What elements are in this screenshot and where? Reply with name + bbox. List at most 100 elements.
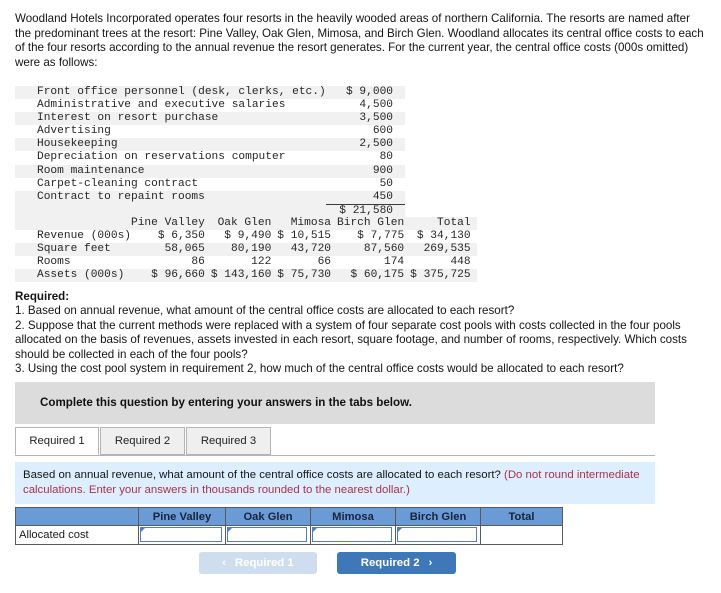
tab-required-2[interactable]: Required 2: [100, 427, 185, 455]
resort-column-header: Total: [410, 217, 477, 231]
tab-required-3[interactable]: Required 3: [186, 427, 271, 455]
resort-cell-value: 269,535: [423, 243, 471, 256]
resort-cell-value: $ 10,515: [277, 230, 332, 243]
answer-cell-wrapper: [139, 526, 225, 544]
resort-column-header: [15, 217, 131, 231]
chevron-left-icon: ‹: [222, 557, 226, 569]
cost-item-amount: 50: [379, 177, 393, 190]
tab-required-1[interactable]: Required 1: [15, 427, 99, 455]
allocated-cost-input-pine-valley[interactable]: [140, 527, 222, 542]
answer-cell-wrapper: [396, 526, 480, 544]
required-heading: Required:: [15, 290, 70, 303]
resort-column-header: Mimosa: [277, 217, 338, 231]
resort-cell-value: $ 143,160: [210, 269, 272, 282]
previous-requirement-label: Required 1: [234, 557, 294, 569]
allocated-cost-input-birch-glen[interactable]: [397, 527, 477, 542]
cost-table-row: Advertising 600: [15, 125, 405, 139]
required-item-1: 1. Based on annual revenue, what amount …: [15, 304, 515, 318]
next-requirement-label: Required 2: [360, 557, 420, 569]
resort-cell-value: $ 34,130: [416, 230, 471, 243]
resort-row-label: Square feet: [37, 243, 111, 256]
cost-item-amount: 2,500: [359, 138, 393, 151]
answer-cell-pine-valley[interactable]: [138, 525, 226, 545]
answer-column-header: Total: [480, 507, 563, 526]
cost-item-amount: $ 9,000: [346, 86, 393, 98]
next-requirement-button[interactable]: Required 2 ›: [337, 552, 456, 574]
resort-row-label: Revenue (000s): [37, 230, 131, 243]
resort-statistics-table: Pine Valley Oak Glen Mimosa Birch Glen Total…: [15, 217, 477, 283]
resort-table-row: Revenue (000s) $ 6,350 $ 9,490 $ 10,515 $ 7,…: [15, 230, 477, 244]
cost-item-label: Front office personnel (desk, clerks, et…: [37, 86, 326, 98]
requirement-tabs: Required 1 Required 2 Required 3: [15, 427, 655, 456]
resort-table-header-row: Pine Valley Oak Glen Mimosa Birch Glen Total: [15, 217, 477, 231]
resort-cell-value: 66: [317, 256, 332, 269]
cost-item-amount: 4,500: [359, 99, 393, 112]
answer-header-row: Pine Valley Oak Glen Mimosa Birch Glen Total: [15, 507, 563, 526]
cost-item-amount: 900: [372, 164, 393, 177]
answer-table-body: Allocated cost: [15, 525, 563, 545]
cost-table-row: Interest on resort purchase 3,500: [15, 112, 405, 126]
resort-column-header: Oak Glen: [210, 217, 278, 231]
answer-cell-mimosa[interactable]: [310, 525, 396, 545]
cost-table-row: Front office personnel (desk, clerks, et…: [15, 86, 405, 100]
answer-cell-birch-glen[interactable]: [395, 525, 481, 545]
answer-cell-wrapper: [311, 526, 395, 544]
resort-table-row: Rooms 86 122 66 174 448: [15, 256, 477, 270]
resort-cell-value: 174: [384, 256, 405, 269]
cost-item-label: Advertising: [37, 125, 111, 138]
answer-cell-total: [480, 525, 563, 545]
resort-cell-value: 58,065: [164, 243, 205, 256]
instruction-panel: Based on annual revenue, what amount of …: [15, 462, 655, 504]
banner-text: Complete this question by entering your …: [40, 396, 412, 409]
required-section: Required: 1. Based on annual revenue, wh…: [15, 290, 712, 376]
resort-cell-value: 80,190: [231, 243, 272, 256]
resort-table-body: Revenue (000s) $ 6,350 $ 9,490 $ 10,515 $ 7,…: [15, 230, 477, 283]
resort-cell-value: $ 375,725: [410, 269, 471, 282]
cost-item-label: Room maintenance: [37, 164, 145, 177]
central-office-costs-table: Front office personnel (desk, clerks, et…: [15, 86, 405, 221]
allocated-cost-answer-table: Pine Valley Oak Glen Mimosa Birch Glen Total…: [15, 507, 563, 545]
allocated-cost-row-label: Allocated cost: [15, 525, 139, 545]
cost-table-body: Front office personnel (desk, clerks, et…: [15, 86, 405, 221]
tab-label: Required 2: [114, 435, 171, 447]
tab-underline: [15, 455, 655, 456]
resort-row-label: Assets (000s): [37, 269, 125, 282]
answer-column-header: Birch Glen: [395, 507, 481, 526]
previous-requirement-button[interactable]: ‹ Required 1: [199, 552, 317, 574]
resort-cell-value: $ 96,660: [151, 269, 205, 282]
cost-table-row: Housekeeping 2,500: [15, 138, 405, 152]
resort-row-label: Rooms: [37, 256, 71, 269]
resort-column-header: Birch Glen: [337, 217, 411, 231]
resort-cell-value: $ 60,175: [350, 269, 405, 282]
answer-column-header: [15, 507, 139, 526]
tab-label: Required 1: [29, 435, 85, 447]
cost-item-label: Depreciation on reservations computer: [37, 151, 286, 164]
resort-cell-value: 122: [251, 256, 272, 269]
cost-table-row: Room maintenance 900: [15, 164, 405, 178]
tab-label: Required 3: [200, 435, 257, 447]
cost-item-label: Administrative and executive salaries: [37, 99, 286, 112]
allocated-cost-input-oak-glen[interactable]: [227, 527, 307, 542]
answer-cell-oak-glen[interactable]: [225, 525, 311, 545]
cost-item-label: Contract to repaint rooms: [37, 191, 205, 203]
answer-cell-wrapper: [226, 526, 310, 544]
resort-table-row: Assets (000s) $ 96,660 $ 143,160 $ 75,730 $ …: [15, 269, 477, 283]
cost-table-row: Administrative and executive salaries 4,5…: [15, 99, 405, 113]
answer-column-header: Pine Valley: [138, 507, 226, 526]
answer-column-header: Mimosa: [310, 507, 396, 526]
complete-question-banner: Complete this question by entering your …: [15, 382, 655, 424]
resort-cell-value: 87,560: [363, 243, 405, 256]
resort-cell-value: $ 9,490: [224, 230, 272, 243]
resort-cell-value: 86: [191, 256, 205, 269]
required-item-2: 2. Suppose that the current methods were…: [15, 318, 687, 361]
cost-item-label: Housekeeping: [37, 138, 118, 151]
resort-cell-value: $ 75,730: [277, 269, 332, 282]
instruction-text: Based on annual revenue, what amount of …: [23, 468, 651, 497]
cost-item-amount: 600: [372, 125, 393, 138]
resort-table-head: Pine Valley Oak Glen Mimosa Birch Glen Total: [15, 217, 477, 231]
resort-table-row: Square feet 58,065 80,190 43,720 87,560 269,5…: [15, 243, 477, 257]
answer-table-head: Pine Valley Oak Glen Mimosa Birch Glen Total: [15, 507, 563, 526]
answer-table-row: Allocated cost: [15, 525, 563, 545]
allocated-cost-input-mimosa[interactable]: [312, 527, 392, 542]
cost-item-amount: 3,500: [359, 112, 393, 125]
